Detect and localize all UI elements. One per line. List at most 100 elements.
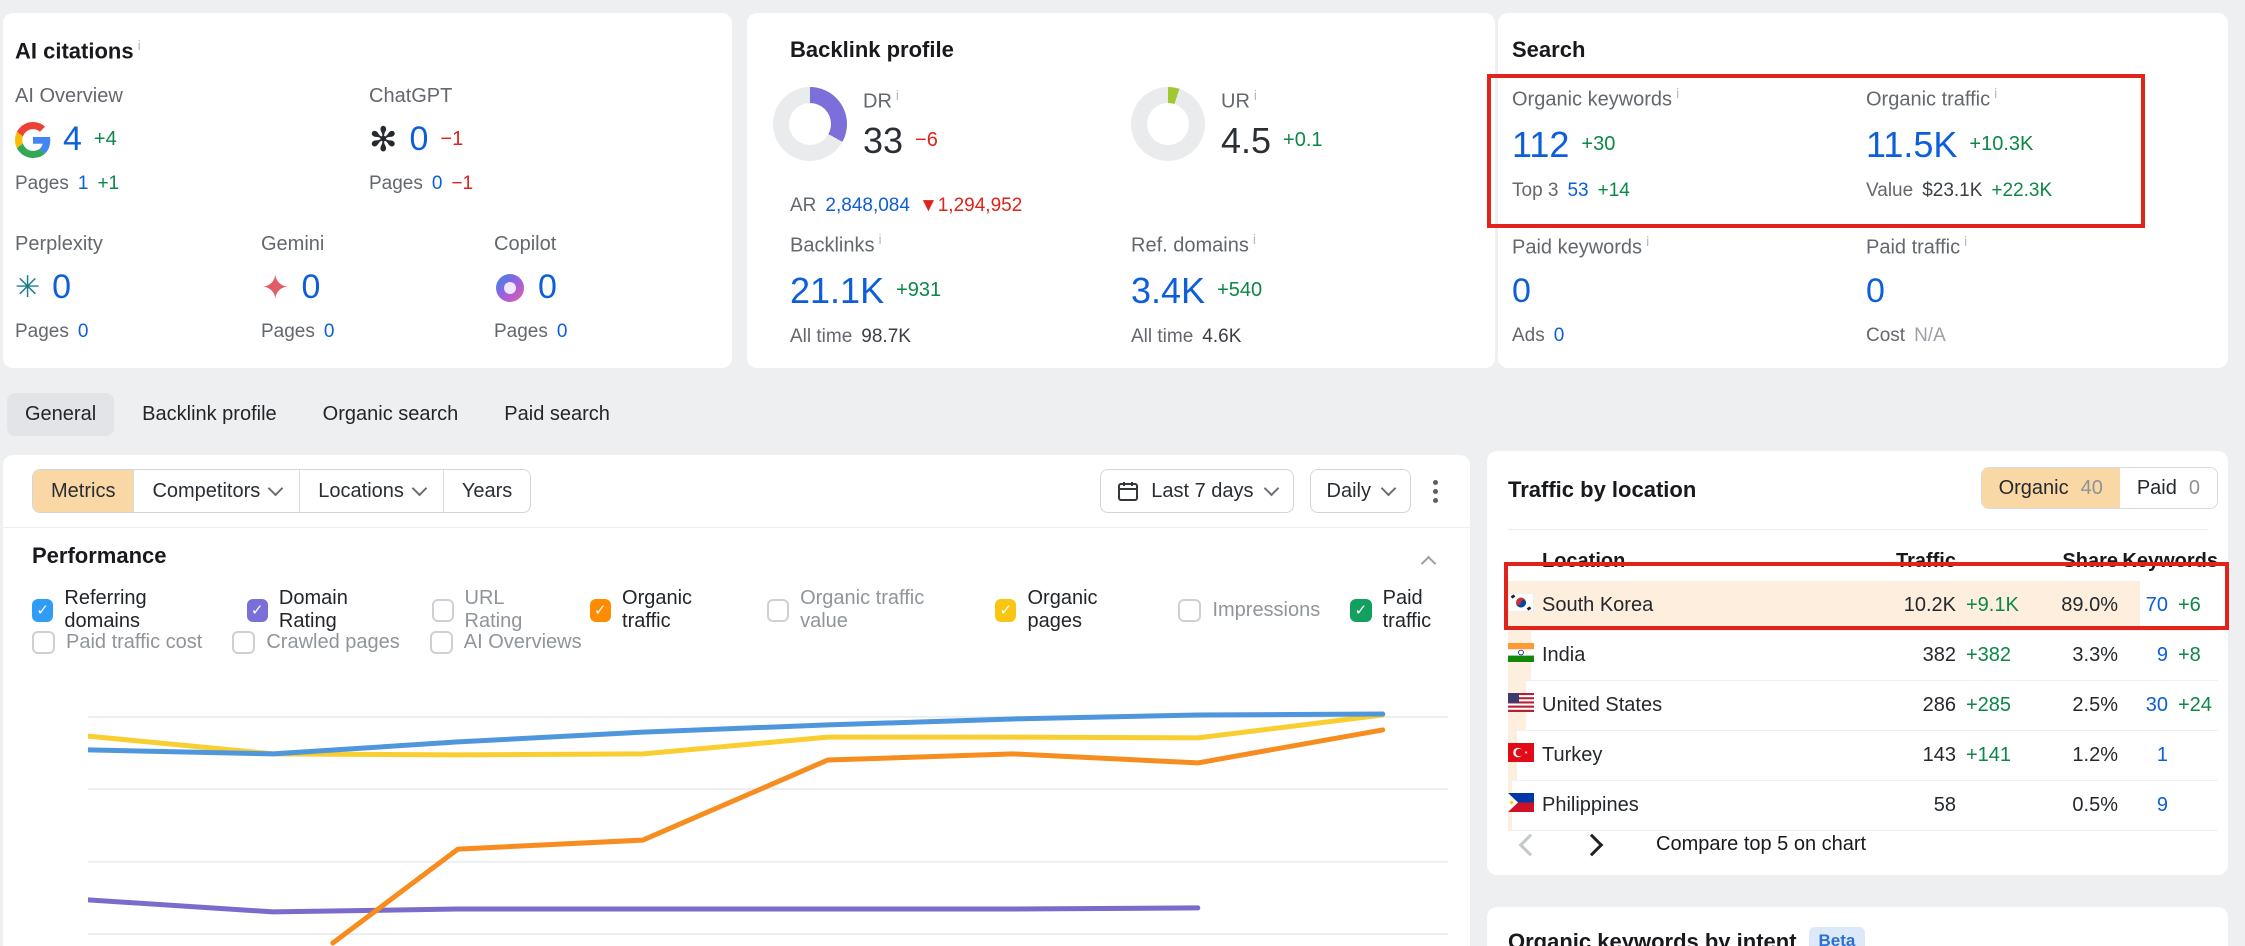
search-card: Search Organic keywordsi 112 +30 Top 3 5… <box>1498 13 2228 368</box>
checkbox-label: Organic traffic value <box>800 587 965 633</box>
chatgpt-value[interactable]: 0 <box>410 120 429 159</box>
perplexity-value[interactable]: 0 <box>52 268 71 307</box>
locations-filter-button[interactable]: Locations <box>299 470 443 512</box>
checkbox-icon[interactable] <box>232 631 255 654</box>
checkbox-organic-traffic[interactable]: ✓Organic traffic <box>590 587 738 633</box>
chevron-down-icon <box>268 481 284 497</box>
backlinks-value[interactable]: 21.1K <box>790 270 884 312</box>
metric-chatgpt: ChatGPT ✻ 0 −1 Pages 0 −1 <box>369 85 473 195</box>
checkbox-label: Paid traffic cost <box>66 631 202 654</box>
tab-paid-search[interactable]: Paid search <box>486 393 628 436</box>
organic-traffic-value[interactable]: 11.5K <box>1866 124 1957 166</box>
backlink-profile-title: Backlink profile <box>790 37 954 63</box>
organic-keywords-value[interactable]: 112 <box>1512 124 1569 166</box>
metric-organic-keywords: Organic keywordsi 112 +30 Top 3 53 +14 <box>1512 85 1679 202</box>
location-name: India <box>1542 644 1864 667</box>
keywords-value[interactable]: 30 <box>2118 694 2168 717</box>
location-row-india[interactable]: India382+3823.3%9+8 <box>1508 631 2218 681</box>
date-controls: Last 7 days Daily <box>1100 469 1444 513</box>
toggle-paid[interactable]: Paid 0 <box>2120 468 2217 508</box>
chatgpt-pages[interactable]: 0 <box>432 173 443 195</box>
ahrefs-rank-value[interactable]: 2,848,084 <box>825 195 910 217</box>
flag-tr-icon <box>1508 743 1534 762</box>
ai-overview-pages[interactable]: 1 <box>78 173 89 195</box>
keywords-value[interactable]: 9 <box>2118 644 2168 667</box>
chevron-down-icon <box>1381 481 1397 497</box>
performance-line-chart[interactable] <box>88 677 1448 946</box>
copilot-pages[interactable]: 0 <box>557 321 568 343</box>
flag-kr-icon <box>1508 593 1534 612</box>
checkbox-icon[interactable]: ✓ <box>590 599 611 622</box>
compare-top5-link[interactable]: Compare top 5 on chart <box>1656 833 1866 856</box>
checkbox-domain-rating[interactable]: ✓Domain Rating <box>247 587 402 633</box>
checkbox-icon[interactable] <box>767 599 789 622</box>
keywords-delta: +6 <box>2168 594 2218 617</box>
checkbox-paid-traffic[interactable]: ✓Paid traffic <box>1350 587 1470 633</box>
checkbox-organic-traffic-value[interactable]: Organic traffic value <box>767 587 965 633</box>
toggle-organic[interactable]: Organic 40 <box>1982 468 2120 508</box>
checkbox-label: Organic pages <box>1027 587 1148 633</box>
metric-perplexity: Perplexity ✳ 0 Pages 0 <box>15 233 103 343</box>
keywords-value[interactable]: 9 <box>2118 794 2168 817</box>
metric-dr: DRi 33 −6 <box>773 87 938 162</box>
keywords-value[interactable]: 70 <box>2118 594 2168 617</box>
tab-general[interactable]: General <box>7 393 114 436</box>
gemini-value[interactable]: 0 <box>302 268 321 307</box>
info-icon: i <box>138 37 141 53</box>
ref-domains-value[interactable]: 3.4K <box>1131 270 1205 312</box>
organic-paid-toggle: Organic 40 Paid 0 <box>1981 467 2218 509</box>
location-row-philippines[interactable]: Philippines580.5%9 <box>1508 781 2218 831</box>
checkbox-icon[interactable]: ✓ <box>247 599 268 622</box>
checkbox-organic-pages[interactable]: ✓ Organic pages <box>995 587 1148 633</box>
checkbox-icon[interactable] <box>430 631 453 654</box>
date-range-button[interactable]: Last 7 days <box>1100 469 1293 513</box>
checkbox-ai-overviews[interactable]: AI Overviews <box>430 631 582 654</box>
checkbox-impressions[interactable]: Impressions <box>1178 599 1320 622</box>
checkbox-icon[interactable] <box>1178 599 1201 622</box>
years-filter-button[interactable]: Years <box>443 470 530 512</box>
checkbox-icon[interactable] <box>32 631 55 654</box>
location-name: Philippines <box>1542 794 1864 817</box>
paid-keywords-value[interactable]: 0 <box>1512 272 1531 311</box>
competitors-filter-button[interactable]: Competitors <box>133 470 299 512</box>
location-table-body: South Korea10.2K+9.1K89.0%70+6India382+3… <box>1508 581 2218 831</box>
checkbox-label: AI Overviews <box>464 631 582 654</box>
traffic-by-location-title: Traffic by location <box>1508 477 1696 503</box>
checkbox-crawled-pages[interactable]: Crawled pages <box>232 631 399 654</box>
keywords-value[interactable]: 1 <box>2118 744 2168 767</box>
flag-ph-icon <box>1508 793 1534 812</box>
share-value: 1.2% <box>2022 744 2118 767</box>
checkbox-icon[interactable]: ✓ <box>1350 599 1371 622</box>
metrics-filter-button[interactable]: Metrics <box>33 470 133 512</box>
metric-backlinks: Backlinksi 21.1K +931 All time 98.7K <box>790 231 941 348</box>
location-row-south-korea[interactable]: South Korea10.2K+9.1K89.0%70+6 <box>1508 581 2218 631</box>
section-tabs: General Backlink profile Organic search … <box>7 393 628 436</box>
dr-donut-gauge <box>773 87 847 161</box>
tab-organic-search[interactable]: Organic search <box>305 393 477 436</box>
location-table-header: Location Traffic Share Keywords <box>1508 541 2218 581</box>
checkbox-icon[interactable]: ✓ <box>995 599 1016 622</box>
checkbox-referring-domains[interactable]: ✓Referring domains <box>32 587 217 633</box>
gemini-icon: ✦ <box>261 271 290 305</box>
checkbox-paid-traffic-cost[interactable]: Paid traffic cost <box>32 631 202 654</box>
paid-traffic-value[interactable]: 0 <box>1866 272 1885 311</box>
granularity-button[interactable]: Daily <box>1310 469 1411 513</box>
checkbox-url-rating[interactable]: URL Rating <box>432 587 560 633</box>
checkbox-icon[interactable]: ✓ <box>32 599 53 622</box>
location-row-united-states[interactable]: United States286+2852.5%30+24 <box>1508 681 2218 731</box>
top3-value[interactable]: 53 <box>1567 180 1588 202</box>
calendar-icon <box>1117 480 1139 502</box>
chart-line-organic-pages <box>88 715 1383 755</box>
prev-page-icon[interactable] <box>1519 833 1542 856</box>
next-page-icon[interactable] <box>1581 833 1604 856</box>
tab-backlink-profile[interactable]: Backlink profile <box>124 393 295 436</box>
location-row-turkey[interactable]: Turkey143+1411.2%1 <box>1508 731 2218 781</box>
collapse-section-icon[interactable] <box>1421 556 1437 572</box>
ai-overview-value[interactable]: 4 <box>63 120 82 159</box>
gemini-pages[interactable]: 0 <box>324 321 335 343</box>
checkbox-icon[interactable] <box>432 599 454 622</box>
perplexity-pages[interactable]: 0 <box>78 321 89 343</box>
more-options-menu-icon[interactable] <box>1427 474 1444 509</box>
ahrefs-rank-row: AR 2,848,084 ▼1,294,952 <box>790 195 1022 217</box>
copilot-value[interactable]: 0 <box>538 268 557 307</box>
